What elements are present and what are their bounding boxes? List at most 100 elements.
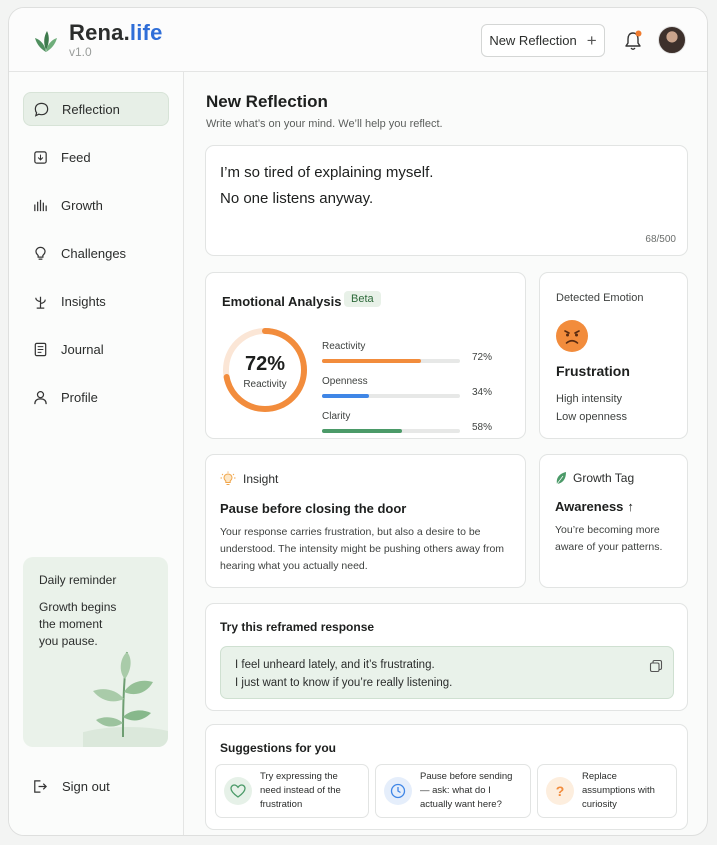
insight-title: Pause before closing the door (220, 501, 407, 516)
gauge-value: 72% (244, 353, 286, 375)
copy-icon[interactable] (649, 659, 663, 673)
metric-label: Openness (322, 376, 368, 387)
clock-icon (384, 777, 412, 805)
page-title: New Reflection (206, 92, 328, 111)
arrow-up-icon: ↑ (627, 499, 634, 514)
metric-fill (322, 429, 403, 433)
chat-bubble-icon (34, 102, 49, 117)
notification-dot (635, 30, 642, 37)
page-subtitle: Write what’s on your mind. We’ll help yo… (206, 118, 443, 130)
detected-emotion-card: Detected Emotion Frustration High intens… (539, 272, 688, 439)
metric-label: Clarity (322, 411, 351, 422)
reflection-textarea[interactable]: I’m so tired of explaining myself. No on… (205, 145, 688, 256)
app-window: Rena.life v1.0 New Reflection + Reflecti… (8, 7, 708, 836)
lightbulb-icon (35, 246, 46, 260)
suggestions-card: Suggestions for you Try expressing the n… (205, 724, 688, 830)
beta-badge: Beta (344, 291, 381, 307)
sidebar-item-label: Insights (61, 293, 106, 309)
lightbulb-icon (220, 471, 236, 485)
reframe-title: Try this reframed response (220, 620, 375, 634)
frustrated-face-icon (556, 320, 588, 352)
person-icon (34, 390, 47, 404)
reflection-text-line: I’m so tired of explaining myself. (220, 164, 434, 181)
growth-tag-label: Growth Tag (573, 471, 635, 485)
new-reflection-button[interactable]: New Reflection + (481, 24, 605, 57)
daily-reminder-card: Daily reminder Growth begins the moment … (23, 557, 168, 747)
sidebar-item-label: Journal (61, 341, 104, 357)
suggestions-title: Suggestions for you (220, 741, 337, 755)
metric-reactivity: Reactivity 72% (322, 341, 512, 363)
plus-icon: + (586, 31, 597, 50)
sidebar-item-profile[interactable]: Profile (23, 380, 169, 414)
reflection-text-line: No one listens anyway. (220, 190, 374, 207)
reframe-line: I feel unheard lately, and it’s frustrat… (235, 659, 435, 671)
sidebar-item-label: Profile (61, 389, 98, 405)
emotion-details: High intensity Low openness (556, 390, 627, 426)
sidebar-item-label: Growth (61, 197, 103, 213)
insight-card: Insight Pause before closing the door Yo… (205, 454, 526, 588)
brand-name: Rena.life (69, 20, 163, 45)
emotion-openness: Low openness (556, 411, 627, 423)
growth-tag-header: Growth Tag (555, 471, 672, 485)
gauge-label: Reactivity (243, 379, 287, 390)
sidebar-item-growth[interactable]: Growth (23, 188, 169, 222)
plant-icon (35, 296, 46, 309)
suggestion-item[interactable]: Pause before sending — ask: what do I ac… (375, 764, 531, 818)
insight-header: Insight (220, 471, 511, 487)
notification-bell-icon[interactable] (623, 30, 643, 52)
sidebar-item-challenges[interactable]: Challenges (23, 236, 169, 270)
bar-chart-icon (34, 199, 47, 211)
app-version: v1.0 (69, 45, 92, 59)
sidebar-item-reflection[interactable]: Reflection (23, 92, 169, 126)
insight-label: Insight (243, 472, 279, 486)
leaf-icon (556, 472, 566, 485)
feed-icon (34, 150, 47, 164)
metric-value: 34% (472, 387, 493, 398)
reframe-line: I just want to know if you’re really lis… (235, 677, 453, 689)
analysis-title: Emotional Analysis (222, 294, 342, 309)
growth-tag-card: Growth Tag Awareness ↑ You’re becoming mo… (539, 454, 688, 588)
journal-icon (34, 342, 47, 356)
plant-illustration-icon (83, 651, 168, 747)
reframed-response-card: Try this reframed response I feel unhear… (205, 603, 688, 711)
suggestion-item[interactable]: Try expressing the need instead of the f… (215, 764, 369, 818)
emotion-intensity: High intensity (556, 393, 623, 405)
emotional-analysis-card: Emotional Analysis Beta 72% Reactivity R… (205, 272, 526, 439)
heart-icon (224, 777, 252, 805)
suggestion-text: Try expressing the need instead of the f… (260, 771, 341, 810)
sign-out-button[interactable]: Sign out (31, 778, 110, 795)
leaf-logo-icon (35, 31, 57, 52)
growth-tag-text: You’re becoming more aware of your patte… (555, 524, 663, 553)
metric-clarity: Clarity 58% (322, 411, 512, 433)
sidebar-item-journal[interactable]: Journal (23, 332, 169, 366)
metric-fill (322, 394, 369, 398)
sidebar-item-label: Reflection (62, 101, 120, 117)
sidebar-item-insights[interactable]: Insights (23, 284, 169, 318)
sidebar: Reflection Feed Growth Challenges Insigh… (9, 72, 184, 835)
reframed-text-box: I feel unheard lately, and it’s frustrat… (220, 646, 674, 699)
metric-value: 58% (472, 422, 493, 433)
top-header: Rena.life v1.0 New Reflection + (9, 8, 707, 72)
metric-label: Reactivity (322, 341, 366, 352)
question-icon: ? (546, 777, 574, 805)
suggestion-item[interactable]: ? Replace assumptions with curiosity (537, 764, 677, 818)
sidebar-item-label: Feed (61, 149, 91, 165)
emotion-name: Frustration (556, 363, 630, 379)
character-count: 68/500 (645, 234, 676, 245)
new-reflection-label: New Reflection (489, 33, 577, 48)
suggestion-text: Replace assumptions with curiosity (582, 771, 655, 810)
insight-text: Your response carries frustration, but a… (220, 526, 505, 572)
sidebar-item-feed[interactable]: Feed (23, 140, 169, 174)
reminder-title: Daily reminder (39, 573, 117, 587)
metric-openness: Openness 34% (322, 376, 512, 398)
metric-track (322, 359, 460, 363)
metric-track (322, 394, 460, 398)
metric-value: 72% (472, 352, 493, 363)
metric-fill (322, 359, 422, 363)
sign-out-icon (34, 780, 47, 793)
user-avatar[interactable] (658, 26, 686, 54)
sidebar-item-label: Challenges (61, 245, 127, 261)
sign-out-label: Sign out (62, 779, 110, 794)
metric-track (322, 429, 460, 433)
detected-title: Detected Emotion (556, 292, 644, 304)
